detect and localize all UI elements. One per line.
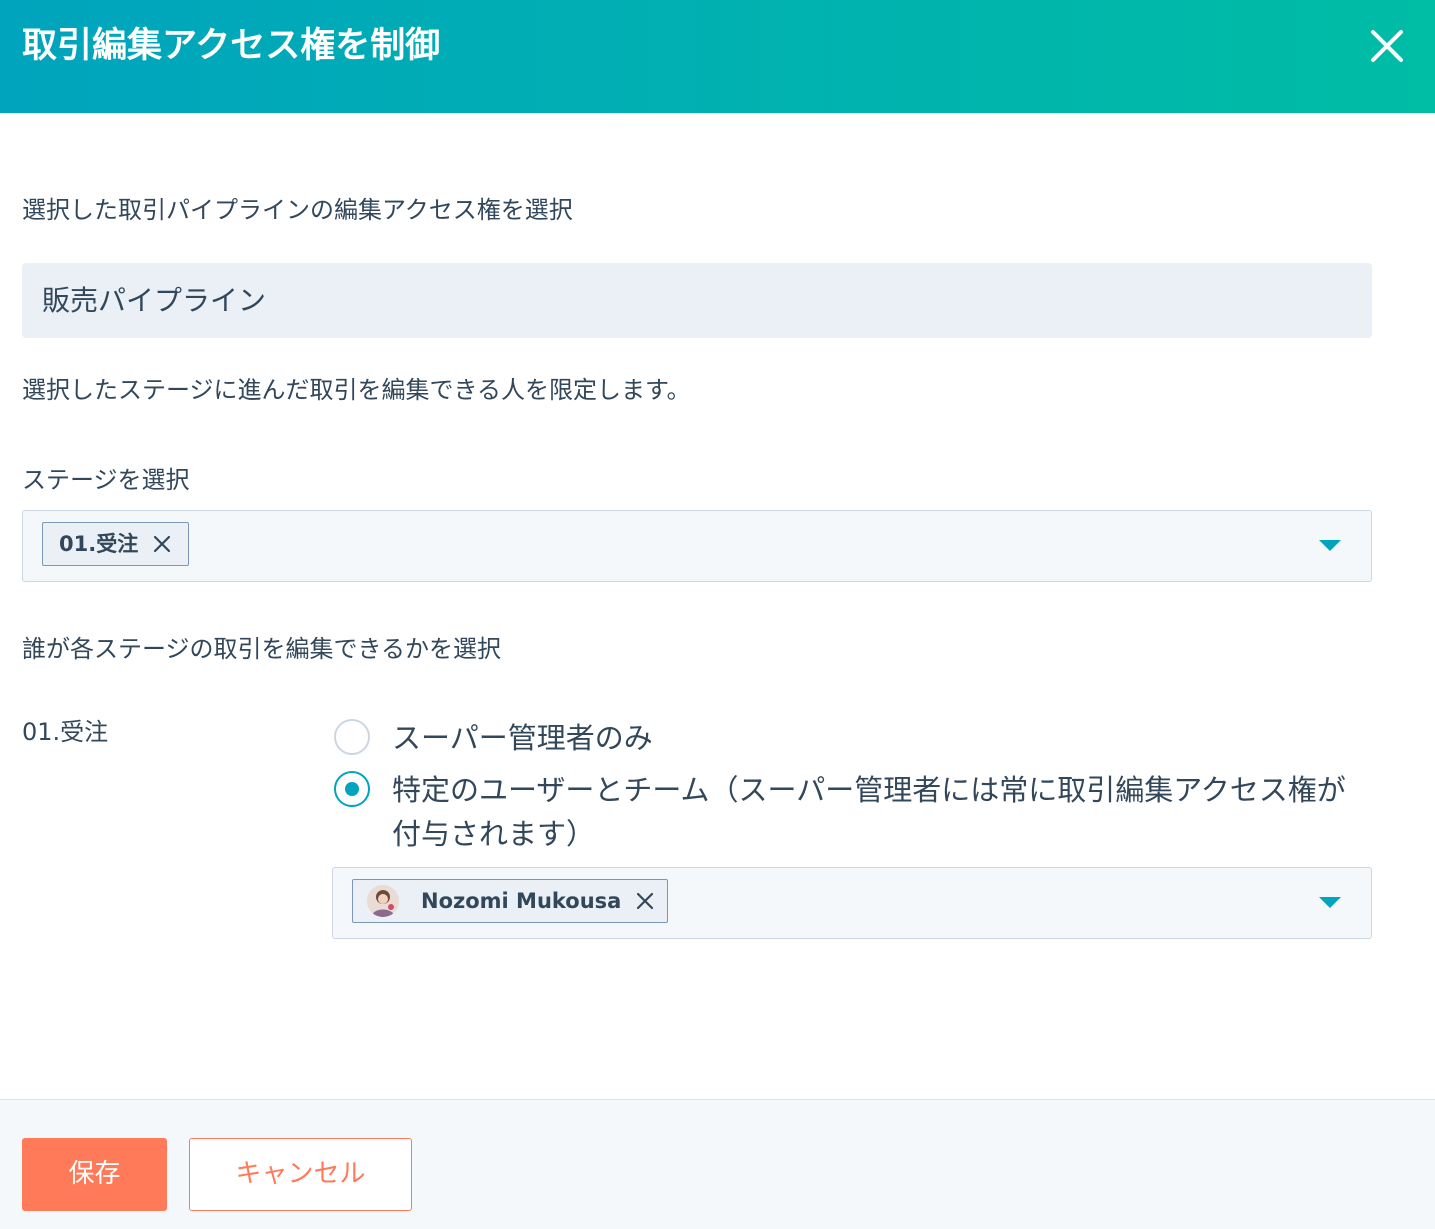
remove-user-tag-button[interactable] [635,891,655,911]
pipeline-value: 販売パイプライン [42,284,267,317]
close-icon [637,892,654,910]
edit-access-dialog: 取引編集アクセス権を制御 選択した取引パイプラインの編集アクセス権を選択 販売パ… [0,0,1435,1229]
who-can-edit-label: 誰が各ステージの取引を編集できるかを選択 [22,635,502,663]
cancel-button[interactable]: キャンセル [189,1138,412,1211]
close-icon [154,535,171,553]
user-tag: Nozomi Mukousa [352,879,668,923]
stage-tag: 01.受注 [42,522,189,566]
dialog-title: 取引編集アクセス権を制御 [22,26,441,66]
caret-down-icon [1319,540,1341,551]
close-icon [1371,30,1403,62]
radio-specific-users-teams[interactable] [334,771,370,807]
stage-tag-label: 01.受注 [59,532,139,556]
avatar-image [367,885,399,917]
stage-select[interactable]: 01.受注 [22,510,1372,582]
save-button[interactable]: 保存 [22,1138,167,1211]
radio-super-admin-only-label[interactable]: スーパー管理者のみ [392,716,653,760]
avatar [367,885,399,917]
stage-select-label: ステージを選択 [22,466,190,494]
radio-selected-dot [345,782,359,796]
user-tag-label: Nozomi Mukousa [421,889,622,913]
intro-text: 選択した取引パイプラインの編集アクセス権を選択 [22,196,573,224]
dialog-footer: 保存 キャンセル [0,1099,1435,1229]
remove-stage-tag-button[interactable] [152,534,172,554]
stage-row-name: 01.受注 [22,718,109,746]
dialog-header: 取引編集アクセス権を制御 [0,0,1435,113]
pipeline-field: 販売パイプライン [22,263,1372,338]
users-teams-select[interactable]: Nozomi Mukousa [332,867,1372,939]
close-button[interactable] [1366,25,1408,67]
caret-down-icon [1319,897,1341,908]
radio-super-admin-only[interactable] [334,719,370,755]
radio-specific-users-teams-label[interactable]: 特定のユーザーとチーム（スーパー管理者には常に取引編集アクセス権が付与されます） [392,768,1367,856]
limit-description: 選択したステージに進んだ取引を編集できる人を限定します。 [22,376,691,404]
